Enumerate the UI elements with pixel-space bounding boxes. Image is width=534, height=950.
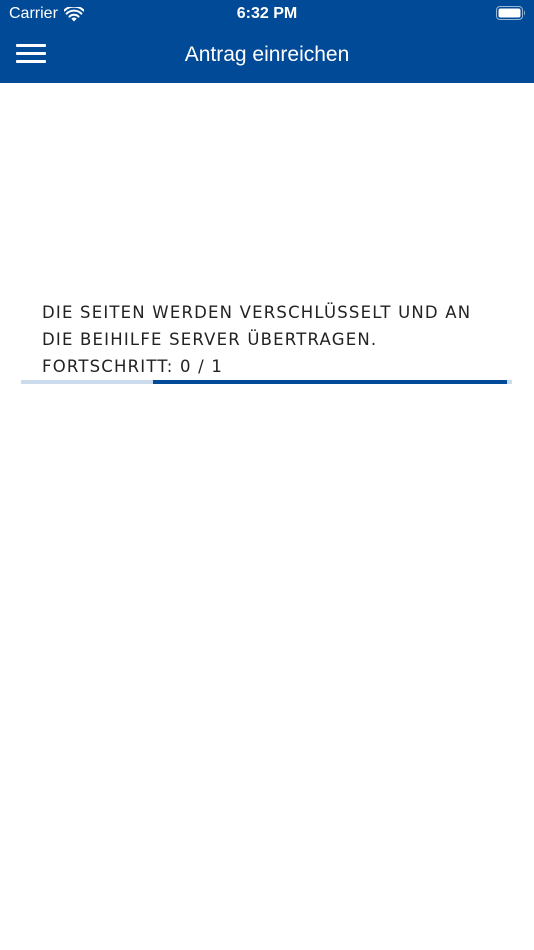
app-header: Carrier 6:32 PM Antrag einreichen [0, 0, 534, 83]
status-bar: Carrier 6:32 PM [0, 0, 534, 28]
battery-icon [496, 6, 525, 20]
clock: 6:32 PM [236, 5, 298, 22]
status-text-line-1: DIE SEITEN WERDEN VERSCHLÜSSELT UND AN [42, 303, 472, 322]
progress-label: FORTSCHRITT: 0 / 1 [42, 357, 224, 376]
menu-button[interactable] [14, 40, 48, 66]
status-text-line-2: DIE BEIHILFE SERVER ÜBERTRAGEN. [42, 330, 378, 349]
progress-bar [21, 380, 512, 384]
navigation-bar: Antrag einreichen [0, 28, 534, 83]
upload-status-message: DIE SEITEN WERDEN VERSCHLÜSSELT UND AN D… [42, 299, 512, 380]
progress-bar-fill [153, 380, 507, 384]
page-title: Antrag einreichen [184, 43, 350, 66]
